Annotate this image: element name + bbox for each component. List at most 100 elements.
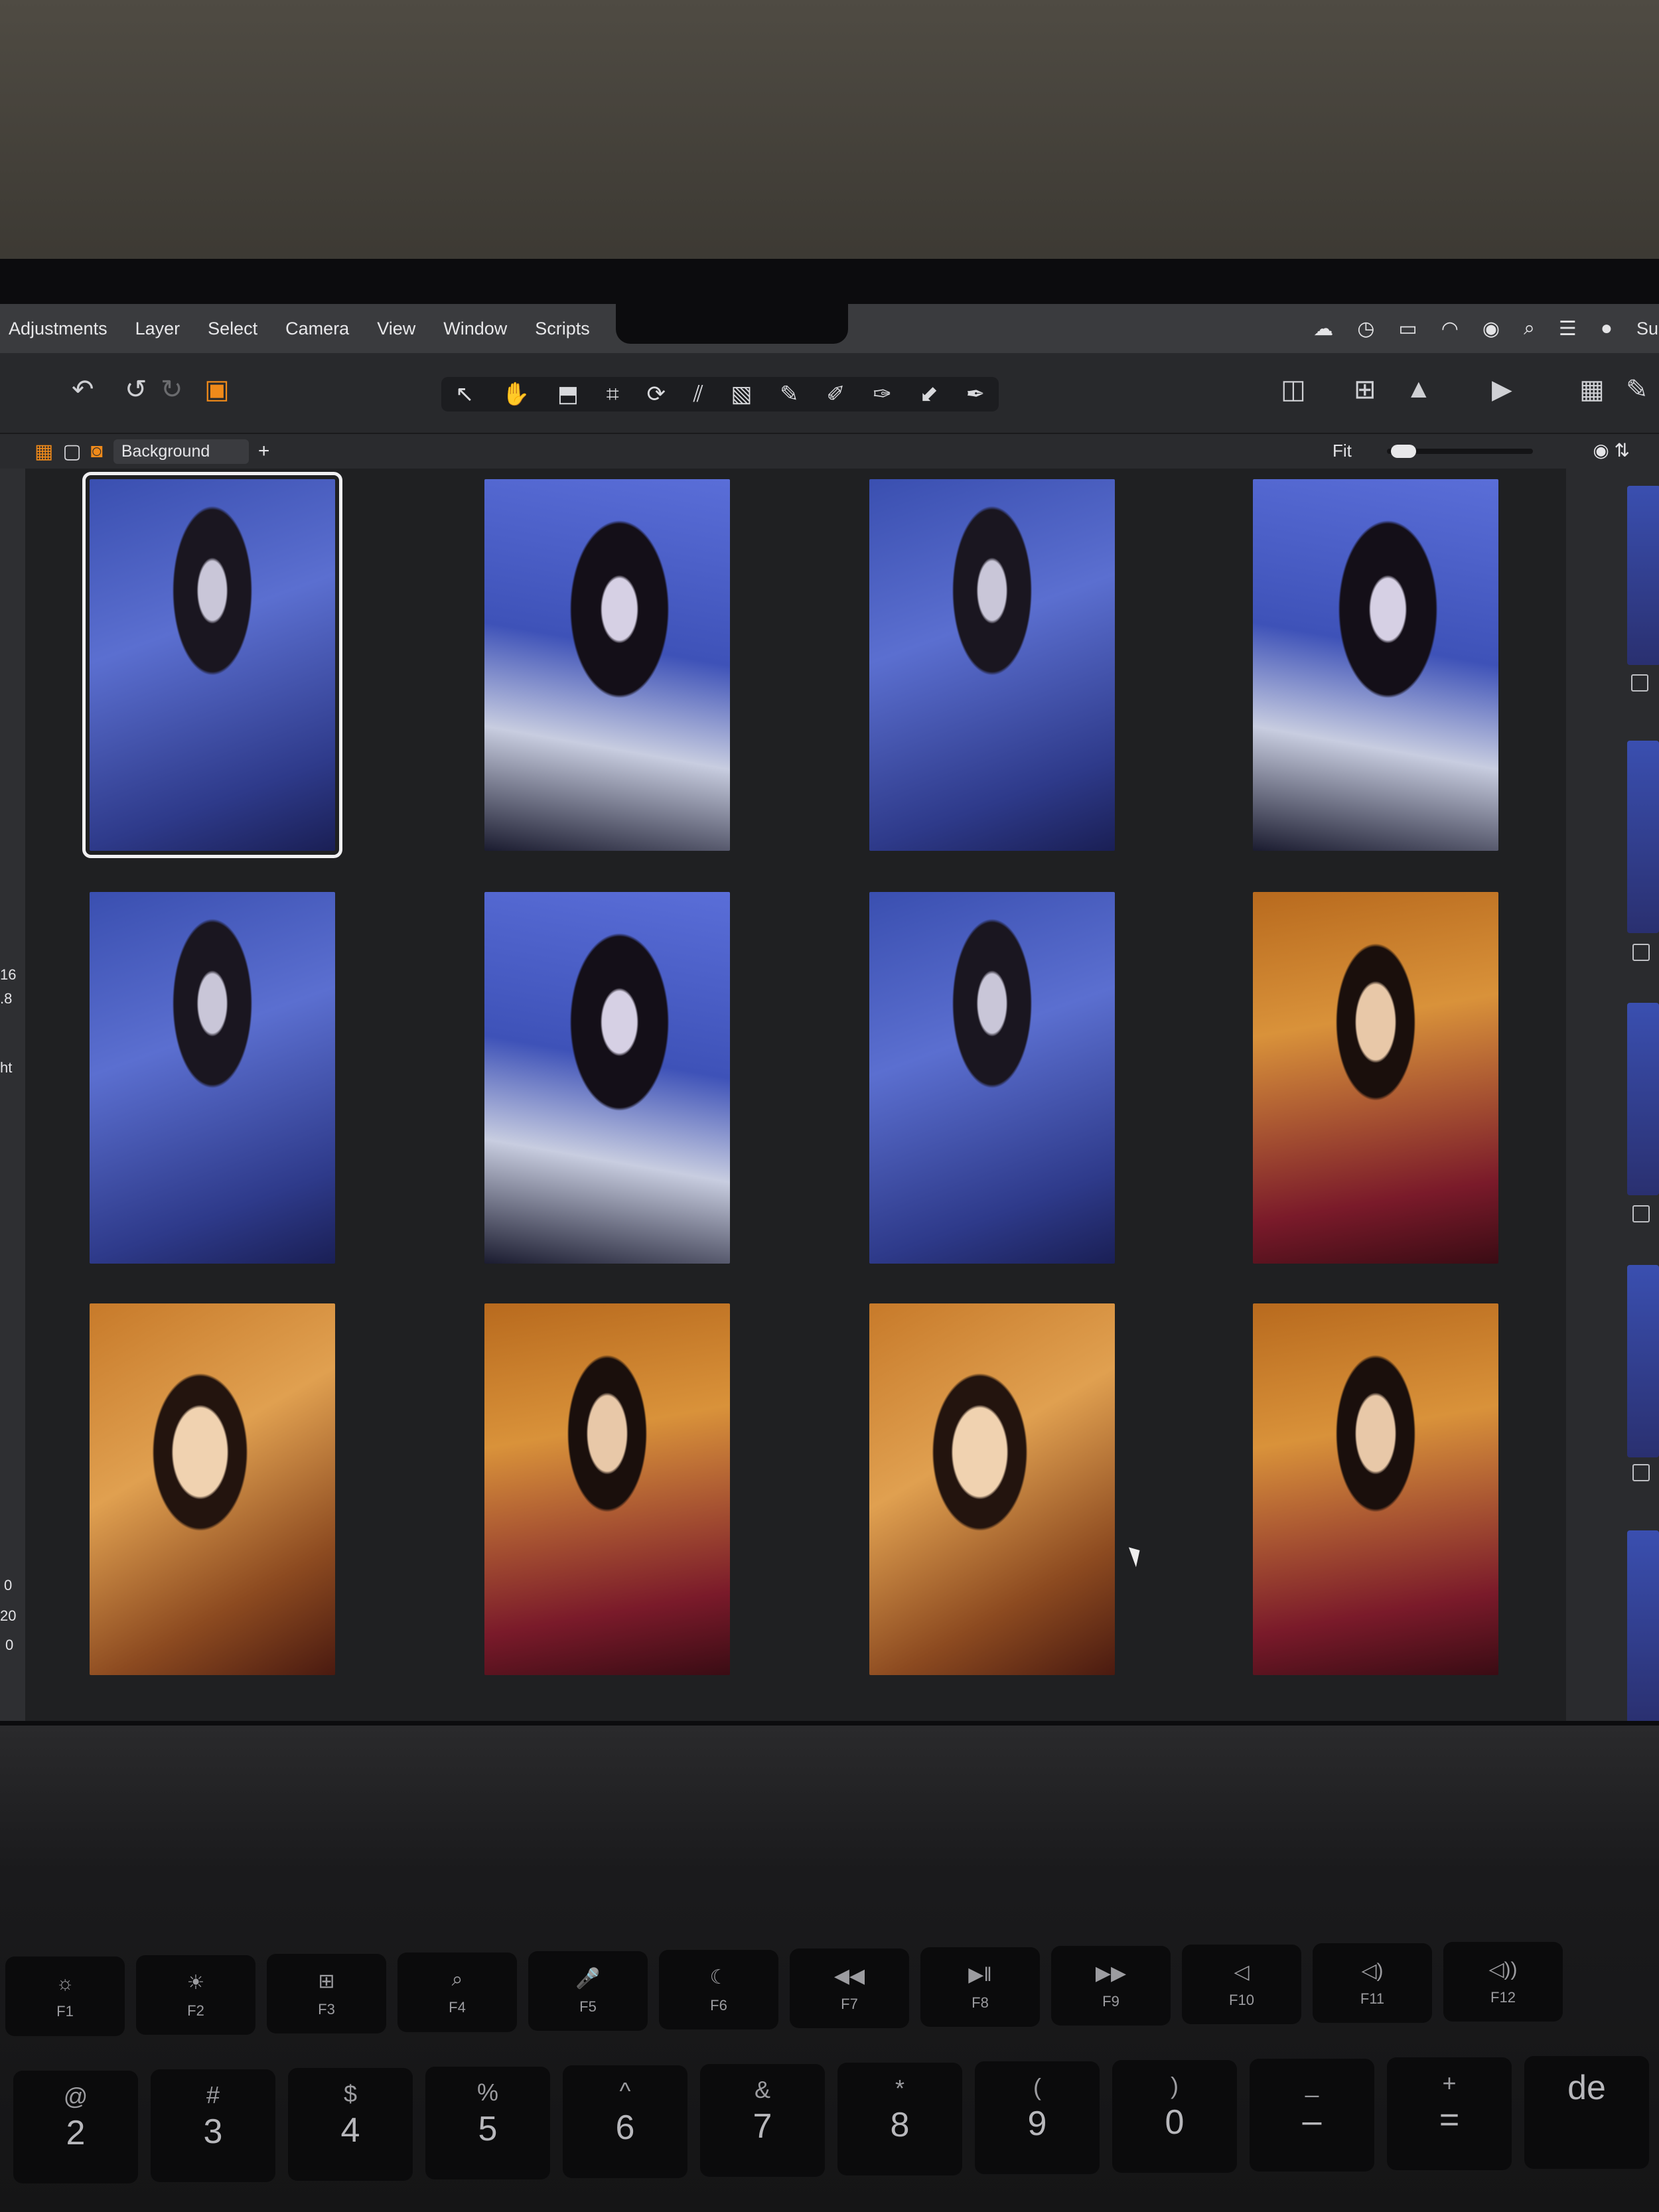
straighten-tool-icon[interactable]: ⫽: [693, 382, 703, 407]
browser-thumbnail[interactable]: [1627, 486, 1659, 665]
stack-icon[interactable]: ▣: [204, 374, 230, 405]
creative-cloud-icon[interactable]: ☁: [1313, 317, 1333, 340]
battery-icon[interactable]: ▭: [1398, 317, 1417, 340]
menu-layer[interactable]: Layer: [121, 319, 194, 339]
time-machine-icon[interactable]: ◷: [1357, 317, 1374, 340]
select-checkbox[interactable]: [1632, 944, 1650, 961]
app-menu: Adjustments Layer Select Camera View Win…: [0, 319, 668, 339]
menu-adjustments[interactable]: Adjustments: [0, 319, 121, 339]
function-key[interactable]: ☀ F2: [136, 1955, 255, 2035]
number-key[interactable]: + =: [1387, 2057, 1512, 2170]
redo-icon[interactable]: ↻: [161, 374, 183, 405]
key-label: F9: [1102, 1993, 1119, 2010]
number-key[interactable]: _ –: [1250, 2059, 1374, 2172]
browser-thumbnail[interactable]: [1627, 1265, 1659, 1457]
menu-view[interactable]: View: [363, 319, 429, 339]
user-icon[interactable]: ◉: [1482, 317, 1500, 340]
number-key[interactable]: % 5: [425, 2067, 550, 2179]
mask-tool-icon[interactable]: ▧: [731, 381, 752, 407]
photo-thumbnail[interactable]: [869, 892, 1115, 1264]
crop-tool-icon[interactable]: ⌗: [607, 382, 619, 407]
photo-thumbnail[interactable]: [484, 479, 730, 851]
key-main-symbol: 5: [478, 2110, 498, 2148]
proof-icon[interactable]: ◙: [91, 440, 103, 463]
picker-tool-icon[interactable]: ⬋: [919, 381, 938, 407]
photo-thumbnail[interactable]: [869, 1303, 1115, 1675]
zoom-fit-label[interactable]: Fit: [1333, 441, 1352, 461]
function-key[interactable]: ◀◀ F7: [790, 1949, 909, 2028]
photo-thumbnail[interactable]: [484, 892, 730, 1264]
table-icon[interactable]: ▦: [1579, 374, 1605, 405]
edit-icon[interactable]: ✎: [1626, 374, 1648, 405]
function-key[interactable]: ◁)) F12: [1443, 1942, 1563, 2022]
number-key[interactable]: (9: [975, 2061, 1100, 2174]
compare-icon[interactable]: ◫: [1281, 374, 1306, 405]
photo-thumbnail[interactable]: [1253, 1303, 1498, 1675]
visibility-icon[interactable]: ◉ ⇅: [1593, 439, 1630, 461]
layer-select[interactable]: Background: [113, 439, 249, 464]
browser-thumbnail[interactable]: [1627, 741, 1659, 933]
annotate-tool-icon[interactable]: ✒: [966, 381, 985, 407]
wifi-icon[interactable]: ◠: [1441, 317, 1459, 340]
undo-history-icon[interactable]: ↶: [72, 374, 94, 405]
photo-thumbnail[interactable]: [82, 472, 342, 858]
function-key[interactable]: ▶▶ F9: [1051, 1946, 1171, 2026]
photo-thumbnail[interactable]: [1253, 892, 1498, 1264]
select-tool-icon[interactable]: ↖: [455, 381, 474, 407]
photo-thumbnail[interactable]: [1253, 479, 1498, 851]
photo-thumbnail[interactable]: [484, 1303, 730, 1675]
function-key[interactable]: ☼ F1: [5, 1956, 125, 2036]
single-view-icon[interactable]: ▢: [62, 440, 81, 463]
number-key[interactable]: $4: [288, 2068, 413, 2181]
number-key[interactable]: ) 0: [1112, 2060, 1237, 2173]
menu-camera[interactable]: Camera: [271, 319, 363, 339]
key-main-symbol: 6: [615, 2108, 635, 2147]
number-key[interactable]: * 8: [837, 2063, 962, 2175]
clock[interactable]: Sun: [1636, 319, 1659, 339]
undo-icon[interactable]: ↺: [125, 374, 147, 405]
select-checkbox[interactable]: [1632, 1464, 1650, 1481]
slideshow-icon[interactable]: ▶: [1492, 374, 1512, 405]
key-symbol: ⊞: [318, 1970, 335, 1992]
function-key[interactable]: ⊞ F3: [267, 1954, 386, 2033]
photo-thumbnail[interactable]: [90, 892, 335, 1264]
menu-select[interactable]: Select: [194, 319, 271, 339]
photo-thumbnail[interactable]: [869, 479, 1115, 851]
number-key[interactable]: ^ 6: [563, 2065, 687, 2178]
key-main-symbol: =: [1439, 2101, 1460, 2139]
photo-thumbnail[interactable]: [90, 1303, 335, 1675]
number-key[interactable]: de: [1524, 2056, 1649, 2169]
brush-tool-icon[interactable]: ✎: [780, 381, 799, 407]
control-center-icon[interactable]: ☰: [1559, 317, 1577, 340]
menu-window[interactable]: Window: [429, 319, 521, 339]
function-key[interactable]: ⌕ F4: [397, 1953, 517, 2032]
key-main-symbol: 7: [753, 2107, 772, 2146]
screen: Adjustments Layer Select Camera View Win…: [0, 304, 1659, 1721]
multi-view-icon[interactable]: ▦: [35, 440, 53, 463]
search-icon[interactable]: ⌕: [1524, 317, 1535, 340]
function-key[interactable]: ◁ F10: [1182, 1945, 1301, 2024]
browser-thumbnail[interactable]: [1627, 1003, 1659, 1195]
function-key[interactable]: 🎤 F5: [528, 1951, 648, 2031]
select-checkbox[interactable]: [1631, 674, 1648, 692]
function-key[interactable]: ◁) F11: [1313, 1943, 1432, 2023]
function-key[interactable]: ☾ F6: [659, 1950, 778, 2029]
zoom-slider-knob[interactable]: [1391, 445, 1416, 458]
menu-scripts[interactable]: Scripts: [521, 319, 604, 339]
warning-icon[interactable]: ▲: [1406, 374, 1432, 404]
add-layer-icon[interactable]: +: [258, 440, 270, 463]
rotate-tool-icon[interactable]: ⟳: [646, 381, 666, 407]
key-label: F3: [318, 2001, 335, 2018]
browser-thumbnail[interactable]: [1627, 1530, 1659, 1721]
number-key[interactable]: #3: [151, 2069, 275, 2182]
pan-tool-icon[interactable]: ✋: [502, 381, 530, 407]
siri-icon[interactable]: ●: [1601, 317, 1613, 340]
heal-tool-icon[interactable]: ✑: [873, 381, 892, 407]
grid-view-icon[interactable]: ⊞: [1354, 374, 1376, 405]
select-checkbox[interactable]: [1632, 1205, 1650, 1222]
function-key[interactable]: ▶‖ F8: [920, 1947, 1040, 2027]
erase-tool-icon[interactable]: ✐: [826, 381, 845, 407]
number-key[interactable]: & 7: [700, 2064, 825, 2177]
keystone-tool-icon[interactable]: ⬒: [557, 381, 579, 407]
number-key[interactable]: @2: [13, 2071, 138, 2183]
